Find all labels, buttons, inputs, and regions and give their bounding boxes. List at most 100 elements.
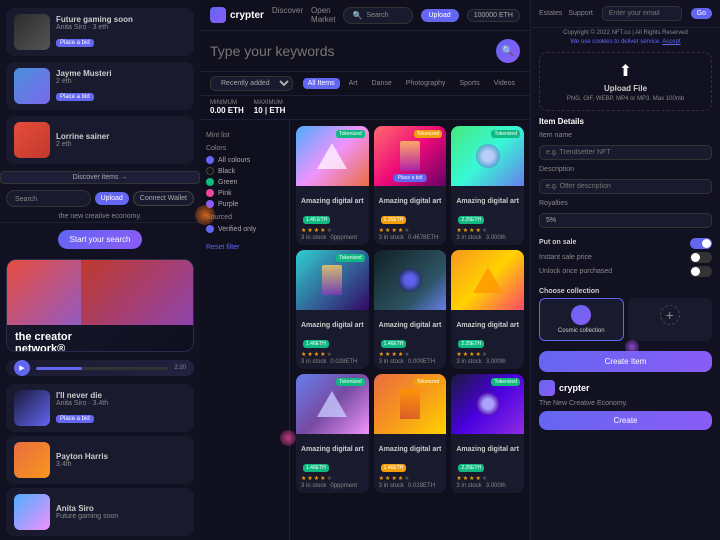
progress-bar-fill <box>36 367 82 370</box>
discover-button[interactable]: Discover items → <box>0 171 200 184</box>
card-thumbnail <box>14 14 50 50</box>
start-search-button[interactable]: Start your search <box>58 230 143 249</box>
color-dot-pink <box>206 189 214 197</box>
nft-info: Amazing digital art 1.46ETH ★★★★★ 3 in s… <box>296 434 369 493</box>
nft-card[interactable]: Tokenized Amazing digital art 1.46ETH ★★… <box>296 374 369 493</box>
progress-bar[interactable] <box>36 367 168 370</box>
put-on-sale-toggle-button[interactable] <box>690 238 712 249</box>
card-info: Jayme Musteri 2 eth Place a bid <box>56 69 186 103</box>
description-field: Description <box>539 166 712 194</box>
list-item: I'll never die Anita Siro · 3.4th Place … <box>6 384 194 432</box>
nft-price: 2.25ETH <box>458 464 484 472</box>
list-item: Jayme Musteri 2 eth Place a bid <box>6 62 194 110</box>
tab-videos[interactable]: Videos <box>489 78 520 89</box>
filter-radio <box>206 225 214 233</box>
name-input[interactable] <box>539 145 712 160</box>
card-subtitle: 2 eth <box>56 78 186 85</box>
collection-item-cosmic[interactable]: Cosmic collection <box>539 298 624 341</box>
upload-icon: ⬆ <box>548 61 703 81</box>
royalties-input[interactable] <box>539 213 712 228</box>
recently-added-select[interactable]: Recently added <box>210 76 293 91</box>
filter-option-all-colours[interactable]: All colours <box>206 156 283 164</box>
right-crypter-logo: crypter <box>539 380 712 396</box>
email-input[interactable] <box>602 6 682 21</box>
search-input[interactable]: Search <box>6 190 91 207</box>
card-badge[interactable]: Place a bid <box>56 415 94 423</box>
nft-card[interactable]: Amazing digital art 2.25ETH ★★★★★ 3 in s… <box>451 250 524 369</box>
card-title: Lorrine sainer <box>56 132 186 141</box>
hero-section: Start your search <box>0 223 200 253</box>
nft-thumbnail: Tokenized <box>296 126 369 186</box>
nft-card[interactable]: Tokenized Amazing digital art 1.46ETH ★★… <box>296 250 369 369</box>
nft-card[interactable]: Tokenized Amazing digital art 1.46ETH ★★… <box>374 374 447 493</box>
create-bottom-button[interactable]: Create <box>539 411 712 430</box>
tab-photography[interactable]: Photography <box>401 78 451 89</box>
connect-wallet-button[interactable]: Connect Wallet <box>133 191 194 206</box>
tab-all-items[interactable]: All Items <box>303 78 340 89</box>
nav-link-support[interactable]: Support <box>568 10 593 17</box>
nft-card[interactable]: Tokenized Amazing digital art 2.25ETH ★★… <box>451 126 524 245</box>
nav-link-estates[interactable]: Estates <box>539 10 562 17</box>
search-placeholder: Search <box>366 12 388 19</box>
tab-art[interactable]: Art <box>344 78 363 89</box>
nft-price: 1.46ETH <box>303 340 329 348</box>
nft-card[interactable]: Tokenized Amazing digital art 1.46 ETH ★… <box>296 126 369 245</box>
description-input[interactable] <box>539 179 712 194</box>
card-subtitle: Anita Siro · 3.4th <box>56 400 186 407</box>
card-info: Payton Harris 3.4th <box>56 452 186 468</box>
bid-badge[interactable]: Place a bid <box>394 174 427 182</box>
put-on-sale-toggle: Put on sale <box>539 238 712 249</box>
collection-item-new[interactable]: + <box>628 298 713 341</box>
nft-meta: 3 in stock3.000th <box>456 235 519 241</box>
right-logo-icon <box>539 380 555 396</box>
nft-card[interactable]: Tokenized Amazing digital art 2.25ETH ★★… <box>451 374 524 493</box>
creator-artwork <box>7 260 193 325</box>
nft-badge: Tokenized <box>336 130 365 138</box>
nft-stars: ★★★★★ <box>379 227 442 234</box>
filter-option-pink[interactable]: Pink <box>206 189 283 197</box>
nav-link-openmarket[interactable]: Open Market <box>311 6 335 24</box>
tab-danse[interactable]: Danse <box>367 78 397 89</box>
filter-option-purple[interactable]: Purple <box>206 200 283 208</box>
nft-info: Amazing digital art 1.46ETH ★★★★★ 3 in s… <box>374 434 447 493</box>
filter-option-black[interactable]: Black <box>206 167 283 175</box>
reset-filter-button[interactable]: Reset filter <box>206 244 239 251</box>
unlock-toggle-button[interactable] <box>690 266 712 277</box>
nft-price: 2.25ETH <box>458 340 484 348</box>
name-field: Item name <box>539 132 712 160</box>
filter-option-verified[interactable]: Verified only <box>206 225 283 233</box>
card-title: Future gaming soon <box>56 15 186 24</box>
upload-area[interactable]: ⬆ Upload File PNG, GIF, WEBP, MP4 or MP3… <box>539 52 712 111</box>
tab-sports[interactable]: Sports <box>454 78 484 89</box>
upload-button[interactable]: Upload <box>95 192 129 205</box>
create-item-button[interactable]: Create Item <box>539 351 712 372</box>
mint-list-label: Mint list <box>206 132 283 139</box>
filter-option-green[interactable]: Green <box>206 178 283 186</box>
card-info: Anita Siro Future gaming soon <box>56 504 186 520</box>
subscribe-button[interactable]: Go <box>691 8 712 19</box>
nft-card[interactable]: Amazing digital art 1.46ETH ★★★★★ 3 in s… <box>374 250 447 369</box>
nft-info: Amazing digital art 1.46 ETH ★★★★★ 3 in … <box>296 186 369 245</box>
instant-sale-toggle-button[interactable] <box>690 252 712 263</box>
play-button[interactable]: ▶ <box>14 360 30 376</box>
search-bar[interactable]: 🔍 Search <box>343 7 412 24</box>
nft-card[interactable]: Tokenized Place a bid Amazing digital ar… <box>374 126 447 245</box>
card-badge[interactable]: Place a bid <box>56 93 94 101</box>
nft-meta: 3 in stock3.000th <box>456 483 519 489</box>
copyright-note: Copyright © 2022 NFT.co | All Rights Res… <box>531 28 720 38</box>
max-price: MAXIMUM 10 | ETH <box>254 100 286 115</box>
card-badge[interactable]: Place a bid <box>56 39 94 47</box>
card-info: I'll never die Anita Siro · 3.4th Place … <box>56 391 186 425</box>
nav-link-discover[interactable]: Discover <box>272 6 303 24</box>
keyword-input[interactable] <box>210 43 496 59</box>
upload-button[interactable]: Upload <box>421 9 459 22</box>
nft-thumbnail: Tokenized <box>451 374 524 434</box>
keyword-search-button[interactable]: 🔍 <box>496 39 520 63</box>
list-item: Anita Siro Future gaming soon <box>6 488 194 536</box>
nft-price: 1.46ETH <box>381 464 407 472</box>
instant-sale-toggle: Instant sale price <box>539 252 712 263</box>
max-price-val: 10 | ETH <box>254 106 286 115</box>
nft-price: 1.46ETH <box>303 464 329 472</box>
nft-meta: 3 in stock0.000ETH <box>379 359 442 365</box>
nft-title: Amazing digital art <box>379 446 442 453</box>
